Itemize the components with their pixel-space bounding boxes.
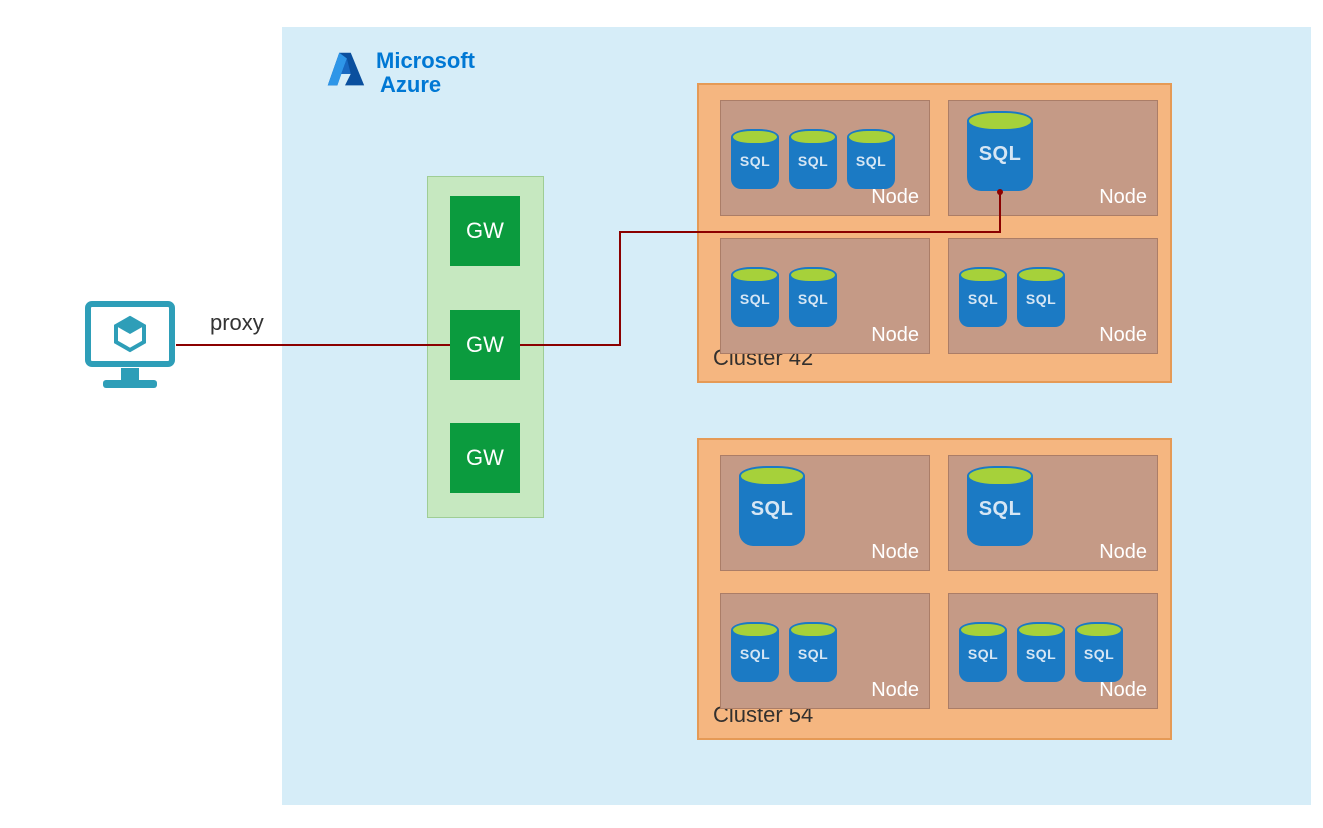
db-group: SQL SQL — [731, 604, 837, 682]
cluster54-node3: SQL SQL Node — [720, 593, 930, 709]
sql-db-icon: SQL — [1017, 267, 1065, 327]
sql-db-icon: SQL — [731, 622, 779, 682]
proxy-label: proxy — [210, 310, 264, 336]
node-label: Node — [1099, 679, 1147, 702]
sql-db-icon: SQL — [789, 622, 837, 682]
sql-db-icon: SQL — [967, 466, 1033, 546]
sql-db-icon: SQL — [959, 622, 1007, 682]
sql-db-icon: SQL — [967, 111, 1033, 191]
node-label: Node — [871, 541, 919, 564]
client-computer-icon — [85, 298, 175, 394]
db-group: SQL SQL — [959, 249, 1065, 327]
gateway-label: GW — [466, 332, 504, 358]
azure-a-icon — [322, 47, 368, 98]
sql-db-icon: SQL — [789, 267, 837, 327]
db-group: SQL — [967, 107, 1175, 191]
cluster42-node1: SQL SQL SQL Node — [720, 100, 930, 216]
node-label: Node — [871, 679, 919, 702]
gateway-box-1: GW — [450, 196, 520, 266]
db-group: SQL — [967, 462, 1033, 546]
azure-brand-line2: Azure — [380, 73, 475, 96]
sql-db-icon: SQL — [731, 267, 779, 327]
azure-logo-text: Microsoft Azure — [376, 49, 475, 95]
cluster42-node3: SQL SQL Node — [720, 238, 930, 354]
cluster42-node4: SQL SQL Node — [948, 238, 1158, 354]
azure-brand-line1: Microsoft — [376, 49, 475, 72]
sql-db-icon: SQL — [789, 129, 837, 189]
gateway-box-3: GW — [450, 423, 520, 493]
sql-db-icon: SQL — [847, 129, 895, 189]
db-group: SQL SQL — [731, 249, 837, 327]
db-group: SQL — [739, 462, 805, 546]
node-label: Node — [871, 324, 919, 347]
cluster54-node2: SQL Node — [948, 455, 1158, 571]
cluster54-node4: SQL SQL SQL Node — [948, 593, 1158, 709]
sql-db-icon: SQL — [959, 267, 1007, 327]
gateway-label: GW — [466, 445, 504, 471]
db-group: SQL SQL SQL — [731, 111, 895, 189]
cluster42-node2: SQL Node — [948, 100, 1158, 216]
sql-db-icon: SQL — [739, 466, 805, 546]
node-label: Node — [1099, 186, 1147, 209]
node-label: Node — [1099, 541, 1147, 564]
node-label: Node — [871, 186, 919, 209]
gateway-label: GW — [466, 218, 504, 244]
sql-db-icon: SQL — [1017, 622, 1065, 682]
db-group: SQL SQL SQL — [959, 604, 1123, 682]
sql-db-icon: SQL — [731, 129, 779, 189]
cluster54-node1: SQL Node — [720, 455, 930, 571]
sql-db-icon: SQL — [1075, 622, 1123, 682]
node-label: Node — [1099, 324, 1147, 347]
gateway-box-2: GW — [450, 310, 520, 380]
azure-logo: Microsoft Azure — [322, 47, 475, 98]
